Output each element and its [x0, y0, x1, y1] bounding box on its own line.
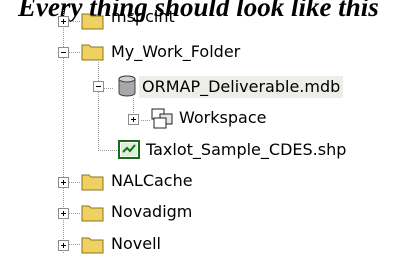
folder-icon	[81, 237, 104, 254]
tree-node-label[interactable]: ORMAP_Deliverable.mdb	[139, 76, 344, 98]
expand-button[interactable]	[58, 16, 69, 27]
tree-node-label[interactable]: NALCache	[108, 170, 196, 192]
tree-node-my-work-folder[interactable]: My_Work_Folder	[0, 39, 409, 69]
database-icon	[118, 75, 136, 97]
tree-node-label[interactable]: Novadigm	[108, 201, 195, 223]
folder-icon	[81, 174, 104, 191]
workspace-icon	[151, 108, 173, 129]
tree-node-taxlot-shapefile[interactable]: Taxlot_Sample_CDES.shp	[0, 136, 409, 166]
expand-button[interactable]	[128, 114, 139, 125]
shapefile-icon	[118, 140, 140, 159]
tree-node-nalcache[interactable]: NALCache	[0, 167, 409, 197]
collapse-button[interactable]	[93, 81, 104, 92]
tree-node-workspace[interactable]: Workspace	[0, 104, 409, 134]
expand-button[interactable]	[58, 240, 69, 251]
tree-node-label[interactable]: mspclnt	[108, 6, 178, 28]
folder-icon	[81, 13, 104, 30]
folder-open-icon	[81, 44, 104, 61]
tree-node-novadigm[interactable]: Novadigm	[0, 198, 409, 228]
tree-node-label[interactable]: Taxlot_Sample_CDES.shp	[143, 139, 349, 161]
tree-node-label[interactable]: My_Work_Folder	[108, 41, 243, 63]
tree-node-ormap-deliverable[interactable]: ORMAP_Deliverable.mdb	[0, 72, 409, 102]
tree-node-mspclnt[interactable]: mspclnt	[0, 6, 409, 38]
collapse-button[interactable]	[58, 47, 69, 58]
expand-button[interactable]	[58, 208, 69, 219]
tree-node-novell[interactable]: Novell	[0, 230, 409, 260]
expand-button[interactable]	[58, 177, 69, 188]
folder-icon	[81, 205, 104, 222]
tree-node-label[interactable]: Workspace	[176, 107, 269, 129]
tree-node-label[interactable]: Novell	[108, 233, 164, 255]
